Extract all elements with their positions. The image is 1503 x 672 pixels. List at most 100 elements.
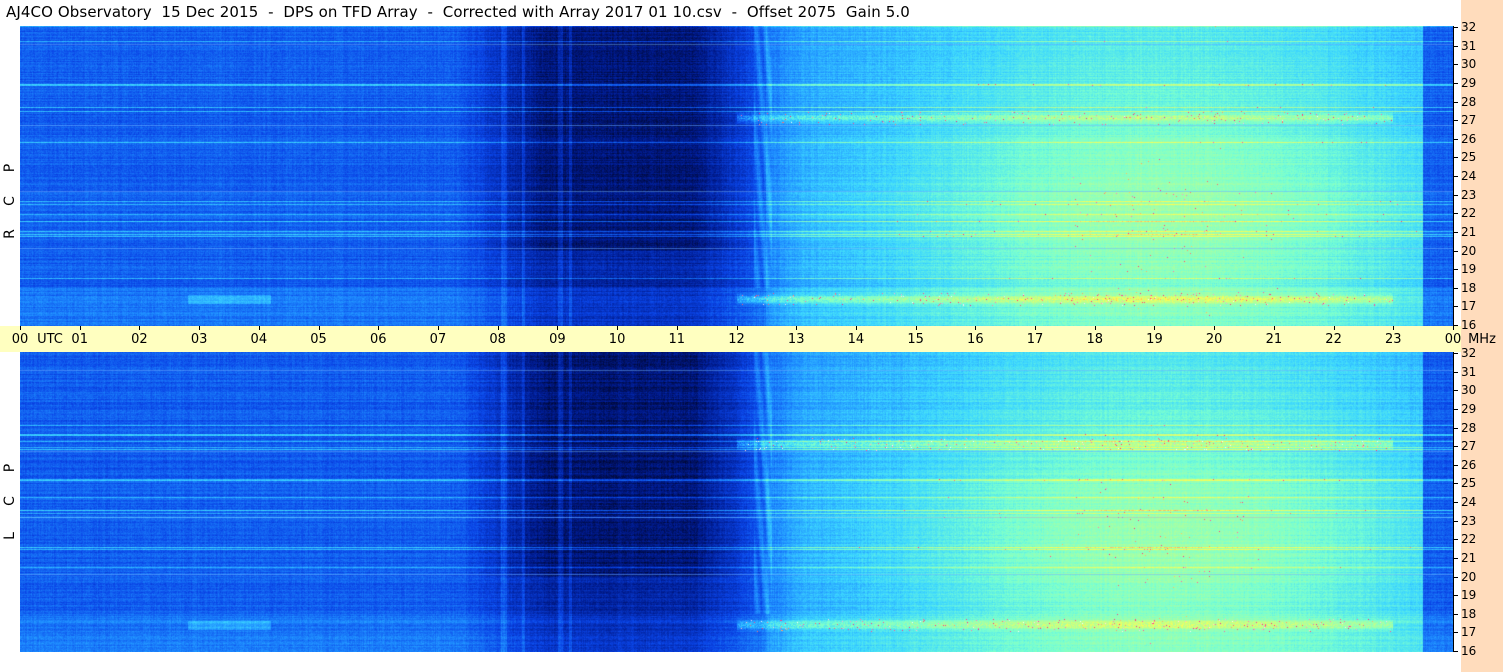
utc-tick-label: 04 [250, 332, 268, 347]
utc-tick-label: 10 [608, 332, 626, 347]
frequency-tick-mark [1453, 45, 1458, 47]
utc-tick-label: 18 [1086, 332, 1104, 347]
utc-tick-label: 22 [1325, 332, 1342, 347]
frequency-tick-label: 25 [1461, 150, 1477, 165]
frequency-tick-mark [1453, 483, 1458, 485]
utc-tick-mark [139, 326, 141, 330]
bottom-margin [0, 652, 1461, 672]
frequency-tick-label: 31 [1461, 364, 1477, 379]
utc-tick-label: 11 [668, 332, 686, 347]
utc-tick-mark [1393, 326, 1395, 330]
frequency-tick-label: 24 [1461, 495, 1477, 509]
utc-tick-label: 09 [549, 332, 566, 347]
utc-tick-mark [1154, 326, 1156, 330]
frequency-tick-mark [1453, 576, 1458, 578]
utc-tick-mark [378, 326, 380, 330]
utc-tick-mark [1453, 326, 1454, 330]
utc-tick-label: 23 [1385, 332, 1402, 347]
frequency-tick-label: 21 [1461, 550, 1477, 565]
frequency-tick-mark [1453, 194, 1458, 196]
frequency-tick-label: 27 [1461, 439, 1477, 454]
frequency-tick-mark [1453, 269, 1458, 271]
frequency-tick-mark [1453, 82, 1458, 84]
frequency-tick-label: 22 [1461, 532, 1477, 547]
utc-tick-mark [796, 326, 798, 330]
utc-tick-mark [617, 326, 619, 330]
lcp-letter-1: L [2, 532, 18, 540]
utc-tick-mark [1214, 326, 1216, 330]
page-title: AJ4CO Observatory 15 Dec 2015 - DPS on T… [6, 3, 910, 21]
utc-tick-label: 17 [1026, 332, 1044, 347]
utc-unit-label: UTC [37, 332, 63, 347]
frequency-tick-label: 28 [1461, 94, 1477, 109]
frequency-tick-mark [1453, 390, 1458, 392]
frequency-tick-label: 24 [1461, 169, 1477, 183]
utc-tick-mark [497, 326, 499, 330]
frequency-tick-mark [1453, 287, 1458, 289]
utc-tick-label: 21 [1265, 332, 1283, 347]
rcp-spectrogram [20, 26, 1453, 326]
frequency-tick-mark [1453, 101, 1458, 103]
frequency-tick-mark [1453, 250, 1458, 252]
utc-tick-mark [915, 326, 917, 330]
frequency-tick-mark [1453, 613, 1458, 615]
frequency-tick-label: 27 [1461, 113, 1477, 128]
utc-tick-label: 19 [1146, 332, 1163, 347]
utc-time-axis: 00 01 02 03 04 05 06 07 08 09 10 11 12 13 14 15 16 17 18 19… [0, 326, 1496, 352]
utc-tick-mark [855, 326, 857, 330]
frequency-tick-label: 17 [1461, 299, 1477, 314]
utc-tick-label: 07 [429, 332, 447, 347]
frequency-tick-label: 28 [1461, 420, 1477, 435]
frequency-tick-mark [1453, 120, 1458, 122]
utc-tick-mark [199, 326, 201, 330]
frequency-tick-mark [1453, 408, 1458, 410]
frequency-tick-mark [1453, 464, 1458, 466]
frequency-tick-mark [1453, 306, 1458, 308]
rcp-frequency-axis: 16 17 18 19 20 21 22 23 24 25 26 27 28 29 30 31 32 [1453, 21, 1503, 331]
rcp-label: P C R [0, 26, 20, 326]
frequency-tick-label: 16 [1461, 644, 1477, 658]
frequency-tick-mark [1453, 632, 1458, 634]
frequency-tick-label: 18 [1461, 606, 1477, 621]
frequency-tick-mark [1453, 502, 1458, 503]
rcp-letter-2: C [2, 196, 18, 206]
frequency-tick-mark [1453, 427, 1458, 429]
frequency-tick-label: 17 [1461, 625, 1477, 640]
utc-tick-label: 16 [967, 332, 984, 347]
utc-tick-mark [1035, 326, 1037, 330]
lcp-letter-3: P [2, 463, 18, 473]
utc-tick-label: 05 [310, 332, 327, 347]
utc-tick-mark [79, 326, 81, 330]
utc-tick-label: 12 [728, 332, 745, 347]
utc-tick-mark [20, 326, 21, 330]
frequency-tick-label: 18 [1461, 280, 1477, 295]
utc-tick-label: 01 [71, 332, 88, 347]
utc-tick-mark [1273, 326, 1275, 330]
utc-tick-mark [1094, 326, 1096, 330]
frequency-tick-label: 16 [1461, 318, 1477, 332]
frequency-tick-mark [1453, 446, 1458, 448]
utc-tick-label: 02 [131, 332, 148, 347]
frequency-tick-label: 20 [1461, 569, 1477, 584]
frequency-tick-label: 21 [1461, 224, 1477, 239]
frequency-tick-label: 32 [1461, 20, 1477, 34]
frequency-tick-label: 26 [1461, 131, 1477, 146]
frequency-tick-label: 25 [1461, 476, 1477, 491]
utc-tick-label: 00 [11, 332, 29, 347]
utc-tick-label: 20 [1205, 332, 1223, 347]
frequency-tick-mark [1453, 64, 1458, 66]
utc-tick-mark [318, 326, 320, 330]
rcp-letter-1: R [2, 229, 18, 239]
lcp-spectrogram-canvas [20, 352, 1453, 652]
frequency-tick-label: 29 [1461, 401, 1477, 416]
frequency-tick-label: 22 [1461, 206, 1477, 221]
utc-tick-label: 15 [907, 332, 924, 347]
frequency-tick-mark [1453, 595, 1458, 597]
utc-tick-label: 08 [489, 332, 506, 347]
mhz-unit-label: MHz [1468, 332, 1496, 347]
utc-tick-mark [437, 326, 439, 330]
frequency-tick-mark [1453, 520, 1458, 522]
frequency-tick-label: 19 [1461, 262, 1477, 277]
frequency-tick-label: 23 [1461, 513, 1477, 528]
frequency-tick-mark [1453, 138, 1458, 140]
